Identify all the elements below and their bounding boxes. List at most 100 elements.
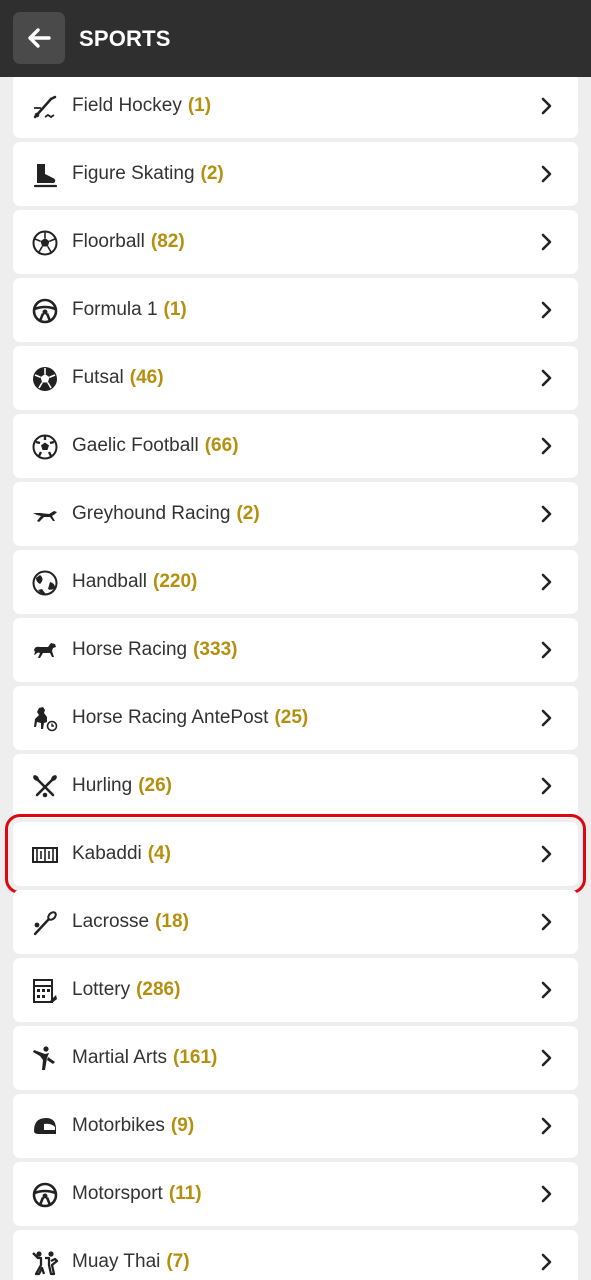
- back-button[interactable]: [13, 12, 65, 64]
- sport-label: Lottery (286): [72, 958, 180, 1022]
- sport-label: Handball (220): [72, 550, 197, 614]
- sport-row-field-hockey[interactable]: Field Hockey (1): [13, 74, 578, 138]
- sport-label: Gaelic Football (66): [72, 414, 239, 478]
- sport-label: Horse Racing AntePost (25): [72, 686, 308, 750]
- sport-label: Martial Arts (161): [72, 1026, 217, 1090]
- helmet-icon: [31, 1113, 59, 1141]
- chevron-right-icon: [536, 708, 556, 728]
- event-count: (26): [138, 775, 172, 796]
- event-count: (11): [168, 1183, 202, 1204]
- sport-label: Field Hockey (1): [72, 74, 211, 138]
- event-count: (1): [187, 95, 212, 116]
- event-count: (82): [150, 231, 185, 252]
- chevron-right-icon: [536, 300, 556, 320]
- sport-label: Muay Thai (7): [72, 1230, 190, 1280]
- event-count: (18): [155, 911, 189, 932]
- page-title: SPORTS: [79, 26, 171, 51]
- sport-name: Lacrosse: [72, 911, 150, 932]
- sport-row-formula-1[interactable]: Formula 1 (1): [13, 278, 578, 342]
- sport-row-motorbikes[interactable]: Motorbikes (9): [13, 1094, 578, 1158]
- sport-name: Lottery: [72, 979, 131, 1000]
- sport-label: Kabaddi (4): [72, 822, 171, 886]
- lacrosse-icon: [31, 909, 59, 937]
- sport-name: Figure Skating: [72, 163, 195, 184]
- greyhound-icon: [31, 501, 59, 529]
- sport-name: Formula 1: [72, 299, 158, 320]
- sports-list: Field Hockey (1) Figure Skating (2) Floorbal…: [0, 0, 591, 1280]
- muay-thai-icon: [31, 1249, 59, 1277]
- sport-row-floorball[interactable]: Floorball (82): [13, 210, 578, 274]
- horse-clock-icon: [31, 705, 59, 733]
- sport-name: Gaelic Football: [72, 435, 199, 456]
- sport-row-motorsport[interactable]: Motorsport (11): [13, 1162, 578, 1226]
- sport-row-muay-thai[interactable]: Muay Thai (7): [13, 1230, 578, 1280]
- sport-label: Hurling (26): [72, 754, 172, 818]
- sport-name: Field Hockey: [72, 95, 182, 116]
- kabaddi-court-icon: [31, 841, 59, 869]
- sport-row-handball[interactable]: Handball (220): [13, 550, 578, 614]
- chevron-right-icon: [536, 232, 556, 252]
- sport-row-greyhound-racing[interactable]: Greyhound Racing (2): [13, 482, 578, 546]
- sport-row-martial-arts[interactable]: Martial Arts (161): [13, 1026, 578, 1090]
- sport-name: Martial Arts: [72, 1047, 168, 1068]
- ball-icon: [31, 229, 59, 257]
- event-count: (25): [274, 707, 309, 728]
- sport-row-horse-racing-antepost[interactable]: Horse Racing AntePost (25): [13, 686, 578, 750]
- sport-name: Motorbikes: [72, 1115, 165, 1136]
- event-count: (46): [129, 367, 164, 388]
- hurling-sticks-icon: [31, 773, 59, 801]
- chevron-right-icon: [536, 572, 556, 592]
- sport-row-hurling[interactable]: Hurling (26): [13, 754, 578, 818]
- sport-name: Kabaddi: [72, 843, 142, 864]
- arrow-left-icon: [28, 28, 51, 48]
- event-count: (333): [193, 639, 238, 660]
- futsal-ball-icon: [31, 365, 59, 393]
- sport-label: Horse Racing (333): [72, 618, 237, 682]
- event-count: (1): [163, 299, 187, 320]
- sport-label: Formula 1 (1): [72, 278, 187, 342]
- sport-row-figure-skating[interactable]: Figure Skating (2): [13, 142, 578, 206]
- sport-row-horse-racing[interactable]: Horse Racing (333): [13, 618, 578, 682]
- top-bar: SPORTS: [0, 0, 591, 77]
- event-count: (66): [204, 435, 239, 456]
- event-count: (9): [170, 1115, 195, 1136]
- event-count: (4): [147, 843, 171, 864]
- soccer-ball-icon: [31, 433, 59, 461]
- chevron-right-icon: [536, 640, 556, 660]
- chevron-right-icon: [536, 844, 556, 864]
- chevron-right-icon: [536, 1252, 556, 1272]
- sport-row-futsal[interactable]: Futsal (46): [13, 346, 578, 410]
- chevron-right-icon: [536, 912, 556, 932]
- chevron-right-icon: [536, 96, 556, 116]
- sport-name: Muay Thai: [72, 1251, 161, 1272]
- sport-label: Futsal (46): [72, 346, 164, 410]
- chevron-right-icon: [536, 504, 556, 524]
- sport-row-gaelic-football[interactable]: Gaelic Football (66): [13, 414, 578, 478]
- chevron-right-icon: [536, 436, 556, 456]
- sport-row-lottery[interactable]: Lottery (286): [13, 958, 578, 1022]
- steering-wheel-icon: [31, 1181, 59, 1209]
- sport-name: Hurling: [72, 775, 133, 796]
- handball-icon: [31, 569, 59, 597]
- event-count: (7): [166, 1251, 190, 1272]
- lottery-ticket-icon: [31, 977, 59, 1005]
- field-hockey-icon: [31, 93, 59, 121]
- sport-name: Futsal: [72, 367, 124, 388]
- sport-name: Motorsport: [72, 1183, 163, 1204]
- skate-icon: [31, 161, 59, 189]
- horse-icon: [31, 637, 59, 665]
- sport-label: Motorbikes (9): [72, 1094, 194, 1158]
- chevron-right-icon: [536, 776, 556, 796]
- sport-row-lacrosse[interactable]: Lacrosse (18): [13, 890, 578, 954]
- event-count: (2): [236, 503, 260, 524]
- sport-name: Greyhound Racing: [72, 503, 231, 524]
- chevron-right-icon: [536, 1116, 556, 1136]
- event-count: (161): [173, 1047, 218, 1068]
- event-count: (220): [153, 571, 198, 592]
- event-count: (286): [136, 979, 181, 1000]
- sport-label: Motorsport (11): [72, 1162, 202, 1226]
- sport-label: Figure Skating (2): [72, 142, 224, 206]
- sport-name: Floorball: [72, 231, 145, 252]
- martial-arts-icon: [31, 1045, 59, 1073]
- sport-row-kabaddi[interactable]: Kabaddi (4): [5, 814, 586, 894]
